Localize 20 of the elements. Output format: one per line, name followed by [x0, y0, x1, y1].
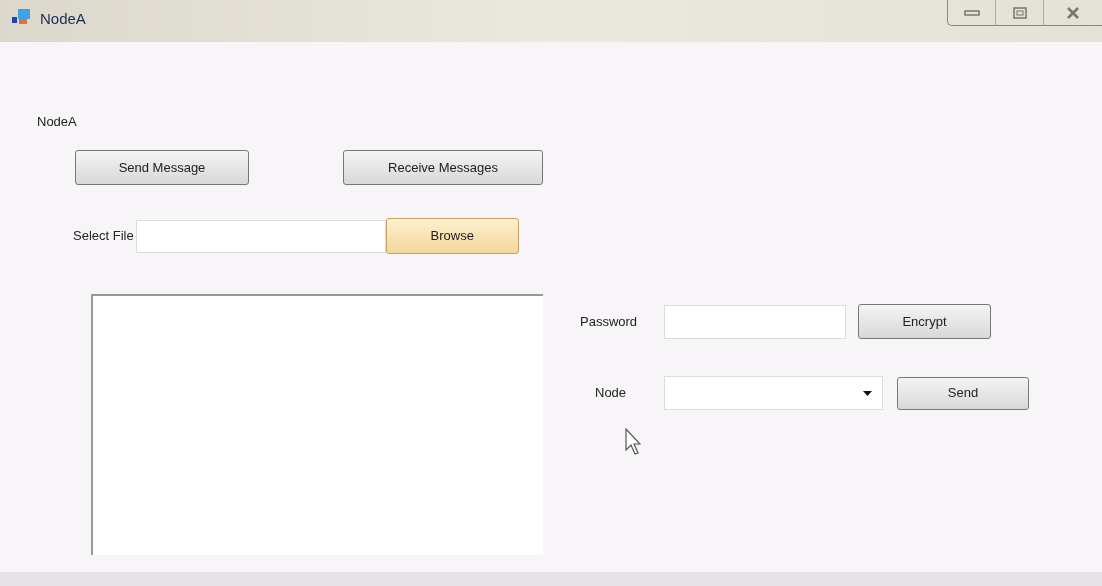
encrypt-button[interactable]: Encrypt	[858, 304, 991, 339]
action-button[interactable]: Send Message	[75, 150, 249, 185]
close-icon	[1066, 6, 1080, 19]
node-dropdown[interactable]	[664, 376, 883, 410]
dropdown-arrow-icon	[863, 390, 872, 396]
browse-button[interactable]: Browse	[385, 218, 519, 254]
maximize-icon	[1012, 6, 1027, 19]
file-path-field[interactable]	[135, 219, 386, 253]
select-file-label: Select File	[73, 227, 134, 246]
password-label: Password	[580, 312, 639, 331]
node-label: Node	[594, 384, 628, 403]
form-label: NodeA	[37, 114, 77, 130]
send-button[interactable]: Send	[897, 376, 1029, 410]
action-button[interactable]: Receive Messages	[343, 150, 543, 185]
window-title: NodeA	[40, 9, 86, 29]
minimize-icon	[963, 9, 980, 16]
password-field[interactable]	[664, 304, 846, 339]
message-list[interactable]	[91, 294, 543, 555]
mouse-cursor-icon	[625, 428, 641, 458]
app-icon	[12, 8, 32, 26]
